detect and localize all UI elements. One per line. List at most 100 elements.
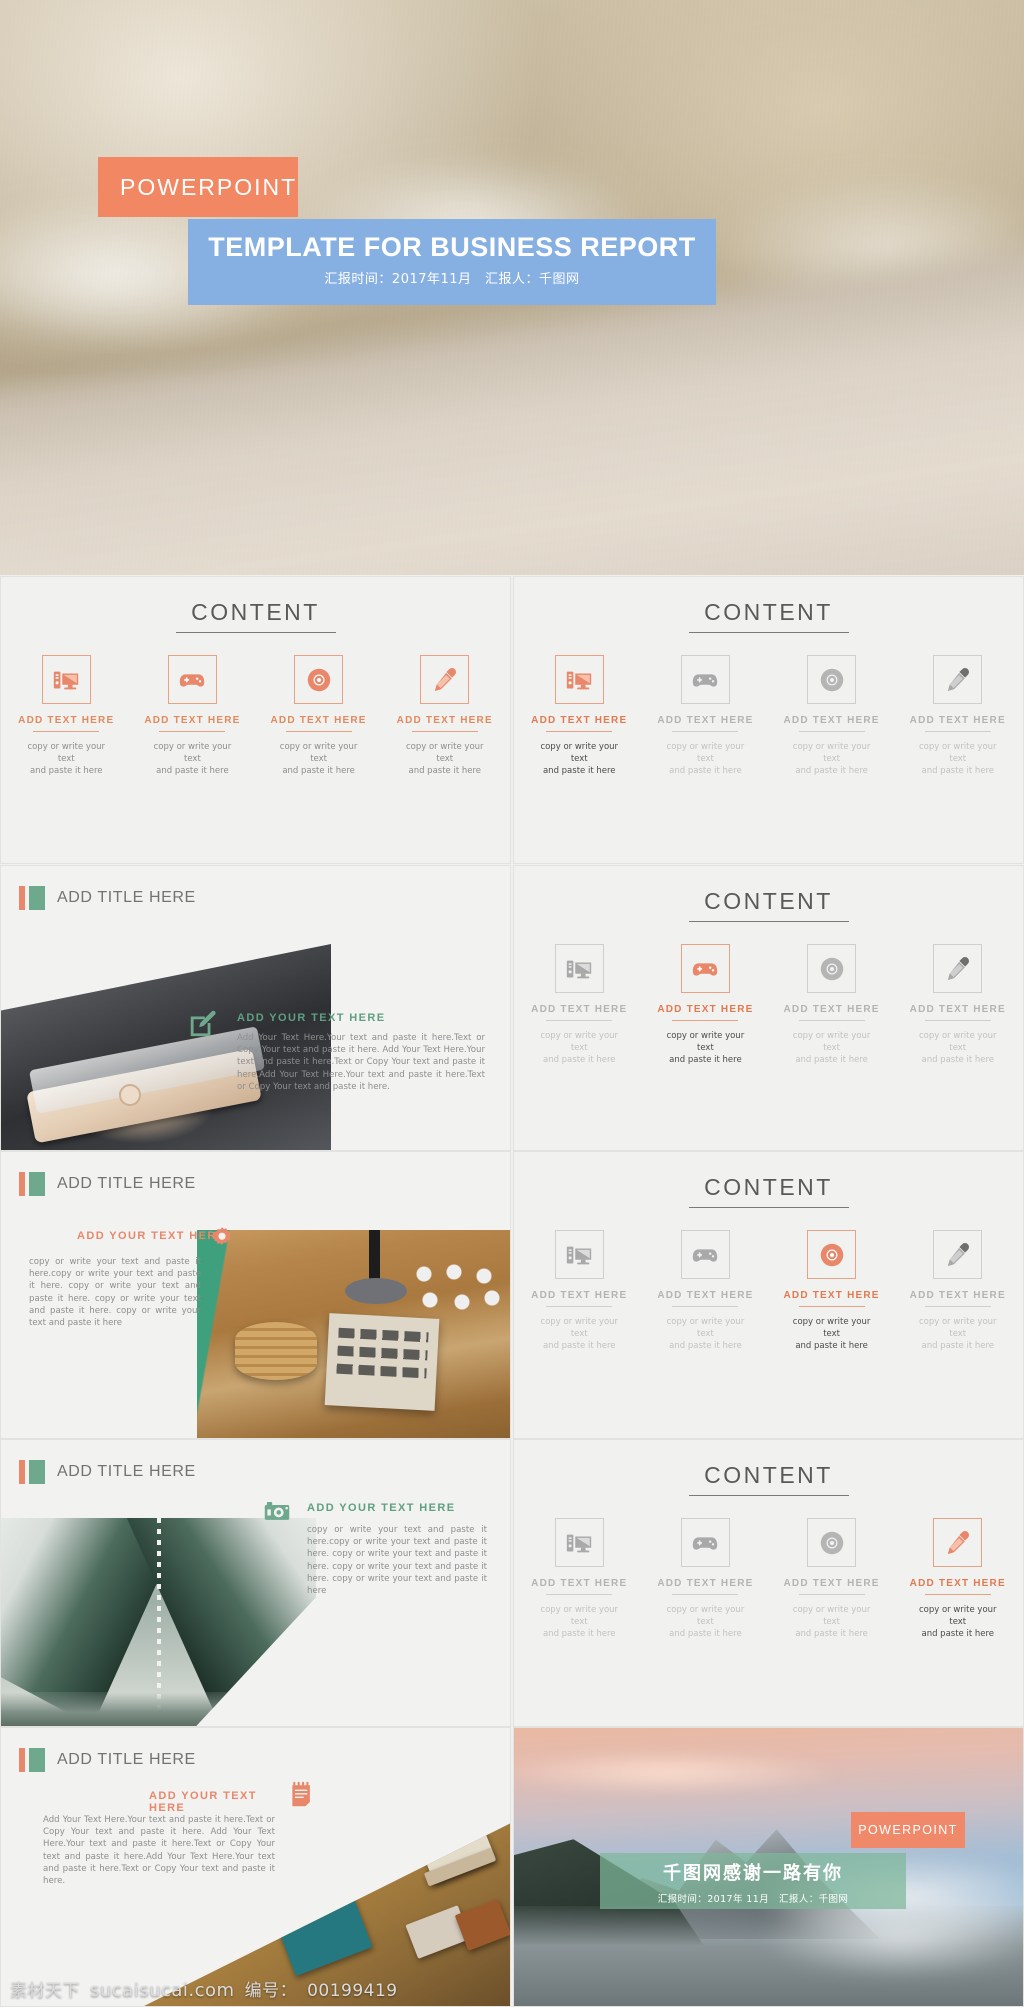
content-item-desc: copy or write your text and paste it her…	[910, 741, 1006, 777]
content-item-desc: copy or write your text and paste it her…	[18, 741, 114, 777]
desc-line-2: and paste it here	[156, 766, 229, 776]
content-item-2[interactable]: ADD TEXT HERE copy or write your text an…	[784, 1230, 880, 1352]
desc-line-1: copy or write your text	[918, 1031, 997, 1053]
hero-title: TEMPLATE FOR BUSINESS REPORT	[208, 232, 696, 262]
content-columns: ADD TEXT HERE copy or write your text an…	[514, 944, 1023, 1066]
content-item-2[interactable]: ADD TEXT HERE copy or write your text an…	[271, 655, 367, 777]
gear-icon-wrap	[209, 1224, 235, 1255]
desc-line-1: copy or write your text	[792, 1317, 871, 1339]
content-item-2[interactable]: ADD TEXT HERE copy or write your text an…	[784, 944, 880, 1066]
desc-line-2: and paste it here	[542, 766, 616, 776]
desc-line-2: and paste it here	[921, 1629, 995, 1639]
slide-title-stationery: ADD TITLE HERE ADD YOUR TEXT HERE Add Yo…	[0, 1727, 511, 2007]
content-item-desc: copy or write your text and paste it her…	[910, 1316, 1006, 1352]
content-item-0[interactable]: ADD TEXT HERE copy or write your text an…	[531, 655, 627, 777]
bridge-photo	[1, 1518, 316, 1726]
stationery-text-block: Add Your Text Here.Your text and paste i…	[43, 1814, 275, 1887]
content-item-1[interactable]: ADD TEXT HERE copy or write your text an…	[144, 655, 240, 777]
desc-line-1: copy or write your text	[918, 742, 997, 764]
accent-bar-green	[29, 1460, 45, 1484]
content-item-desc: copy or write your text and paste it her…	[784, 1316, 880, 1352]
slide-content-orange: CONTENT ADD TEXT HERE copy or write your…	[0, 576, 511, 864]
slide-title: ADD TITLE HERE	[57, 1751, 196, 1768]
content-columns: ADD TEXT HERE copy or write your text an…	[514, 1518, 1023, 1640]
content-item-desc: copy or write your text and paste it her…	[784, 1604, 880, 1640]
content-item-1[interactable]: ADD TEXT HERE copy or write your text an…	[657, 1518, 753, 1640]
content-item-3[interactable]: ADD TEXT HERE copy or write your text an…	[397, 655, 493, 777]
content-item-3[interactable]: ADD TEXT HERE copy or write your text an…	[910, 1230, 1006, 1352]
slide-thanks: POWERPOINT 千图网感谢一路有你 汇报时间：2017年 11月 汇报人：…	[513, 1727, 1024, 2007]
gear-icon	[212, 1227, 232, 1245]
desc-line-2: and paste it here	[669, 1341, 742, 1351]
content-item-0[interactable]: ADD TEXT HERE copy or write your text an…	[531, 1518, 627, 1640]
eyedropper-icon	[947, 667, 969, 691]
slide-title-phone: ADD TITLE HERE ADD YOUR TEXT HERE Add Yo…	[0, 865, 511, 1151]
wood-head-wrap: ADD YOUR TEXT HERE	[77, 1230, 277, 1242]
content-heading: CONTENT	[704, 1462, 833, 1488]
content-item-0[interactable]: ADD TEXT HERE copy or write your text an…	[531, 1230, 627, 1352]
phone-text-block: ADD YOUR TEXT HERE Add Your Text Here.Yo…	[237, 1012, 485, 1093]
content-item-label: ADD TEXT HERE	[531, 1004, 628, 1015]
content-item-label: ADD TEXT HERE	[270, 715, 367, 726]
desc-line-1: copy or write your text	[792, 1605, 871, 1627]
desc-line-1: copy or write your text	[540, 742, 619, 764]
gamepad-icon	[693, 1536, 718, 1550]
content-item-desc: copy or write your text and paste it her…	[657, 1604, 753, 1640]
thanks-powerpoint-badge: POWERPOINT	[851, 1812, 965, 1848]
content-item-label: ADD TEXT HERE	[531, 1578, 628, 1589]
desc-line-1: copy or write your text	[540, 1605, 619, 1627]
content-item-label: ADD TEXT HERE	[396, 715, 493, 726]
content-item-0[interactable]: ADD TEXT HERE copy or write your text an…	[531, 944, 627, 1066]
pencil-icon-wrap	[187, 1008, 223, 1043]
desc-line-1: copy or write your text	[792, 742, 871, 764]
icon-box	[680, 1518, 730, 1567]
camera-icon-wrap	[263, 1498, 291, 1531]
content-item-3[interactable]: ADD TEXT HERE copy or write your text an…	[910, 655, 1006, 777]
slide-row-2: ADD TITLE HERE ADD YOUR TEXT HERE Add Yo…	[0, 865, 1024, 1151]
icon-box	[680, 1230, 730, 1279]
content-item-label: ADD TEXT HERE	[909, 1004, 1006, 1015]
icon-box	[554, 1230, 604, 1279]
icon-box	[807, 1230, 857, 1279]
accent-bar-green	[29, 1172, 45, 1196]
content-item-desc: copy or write your text and paste it her…	[784, 741, 880, 777]
content-item-label: ADD TEXT HERE	[783, 1290, 880, 1301]
content-item-label: ADD TEXT HERE	[909, 715, 1006, 726]
icon-box	[167, 655, 217, 704]
content-item-desc: copy or write your text and paste it her…	[910, 1604, 1006, 1640]
content-header: CONTENT	[1, 577, 510, 633]
desc-line-2: and paste it here	[921, 766, 995, 776]
content-columns: ADD TEXT HERE copy or write your text an…	[514, 1230, 1023, 1352]
body-paragraph: Add Your Text Here.Your text and paste i…	[237, 1033, 485, 1092]
content-columns: ADD TEXT HERE copy or write your text an…	[514, 655, 1023, 777]
content-item-3[interactable]: ADD TEXT HERE copy or write your text an…	[910, 1518, 1006, 1640]
desc-line-2: and paste it here	[669, 766, 742, 776]
gamepad-icon	[693, 673, 718, 687]
compact-disc-icon	[820, 1531, 843, 1554]
content-item-2[interactable]: ADD TEXT HERE copy or write your text an…	[784, 1518, 880, 1640]
content-columns: ADD TEXT HERE copy or write your text an…	[1, 655, 510, 777]
slide-content-highlight-3: CONTENT ADD TEXT HERE copy or write your…	[513, 1151, 1024, 1439]
content-item-rule	[798, 731, 865, 732]
content-header: CONTENT	[514, 577, 1023, 633]
content-item-1[interactable]: ADD TEXT HERE copy or write your text an…	[657, 1230, 753, 1352]
accent-bar-orange	[19, 886, 25, 910]
content-heading-rule	[688, 1207, 849, 1208]
desc-line-2: and paste it here	[921, 1055, 995, 1065]
desc-line-2: and paste it here	[795, 1629, 868, 1639]
content-item-rule	[546, 1594, 613, 1595]
slide-row-1: CONTENT ADD TEXT HERE copy or write your…	[0, 576, 1024, 864]
hero-title-banner: TEMPLATE FOR BUSINESS REPORT 汇报时间：2017年1…	[188, 219, 716, 305]
desc-line-2: and paste it here	[29, 766, 103, 776]
body-paragraph: Add Your Text Here.Your text and paste i…	[43, 1815, 275, 1887]
content-item-1[interactable]: ADD TEXT HERE copy or write your text an…	[657, 655, 753, 777]
compact-disc-icon	[307, 668, 330, 691]
icon-box	[294, 655, 344, 704]
content-item-rule	[546, 731, 613, 732]
content-item-2[interactable]: ADD TEXT HERE copy or write your text an…	[784, 655, 880, 777]
content-item-1[interactable]: ADD TEXT HERE copy or write your text an…	[657, 944, 753, 1066]
content-item-3[interactable]: ADD TEXT HERE copy or write your text an…	[910, 944, 1006, 1066]
desc-line-1: copy or write your text	[540, 1317, 619, 1339]
body-heading: ADD YOUR TEXT HERE	[77, 1230, 226, 1242]
content-item-0[interactable]: ADD TEXT HERE copy or write your text an…	[18, 655, 114, 777]
